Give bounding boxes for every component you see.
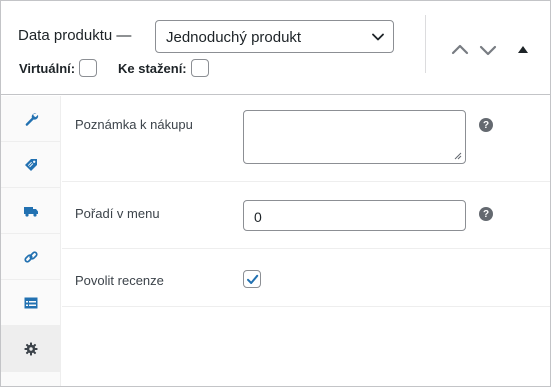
row-divider xyxy=(62,306,550,307)
tag-icon xyxy=(25,158,37,171)
virtual-checkbox[interactable] xyxy=(79,59,98,77)
checkmark-icon xyxy=(247,274,259,284)
wrench-icon xyxy=(25,112,39,126)
collapse-toggle-icon[interactable] xyxy=(515,41,531,57)
enable-reviews-label: Povolit recenze xyxy=(75,273,164,288)
downloadable-option: Ke stažení: xyxy=(118,59,209,77)
tab-general[interactable] xyxy=(1,96,61,142)
menu-order-help-icon[interactable]: ? xyxy=(479,207,493,221)
downloadable-label: Ke stažení: xyxy=(118,60,187,76)
enable-reviews-checkbox[interactable] xyxy=(243,270,261,288)
product-type-select[interactable]: Jednoduchý produkt xyxy=(155,20,394,53)
handle-divider xyxy=(425,15,426,73)
advanced-panel: Poznámka k nákupu ? Pořadí v menu 0 ? Po… xyxy=(62,96,550,386)
product-data-box: Data produktu — Jednoduchý produkt Virtu… xyxy=(0,0,551,387)
row-divider xyxy=(62,181,550,182)
tab-linked-products[interactable] xyxy=(1,234,61,280)
product-data-header: Data produktu — Jednoduchý produkt Virtu… xyxy=(1,1,550,95)
move-down-icon[interactable] xyxy=(477,39,499,61)
resize-grip-icon[interactable] xyxy=(454,152,462,160)
menu-order-input[interactable]: 0 xyxy=(243,200,466,231)
tab-attributes[interactable] xyxy=(1,280,61,326)
purchase-note-help-icon[interactable]: ? xyxy=(479,118,493,132)
product-data-tabs xyxy=(1,96,61,386)
tab-shipping[interactable] xyxy=(1,188,61,234)
tab-advanced[interactable] xyxy=(1,326,61,372)
gear-icon xyxy=(24,342,38,356)
move-up-icon[interactable] xyxy=(449,39,471,61)
product-type-value: Jednoduchý produkt xyxy=(166,29,302,46)
list-table-icon xyxy=(24,297,38,308)
truck-icon xyxy=(24,206,38,217)
link-icon xyxy=(24,250,38,263)
virtual-option: Virtuální: xyxy=(19,59,98,77)
virtual-label: Virtuální: xyxy=(19,60,76,76)
tab-inventory[interactable] xyxy=(1,142,61,188)
downloadable-checkbox[interactable] xyxy=(190,59,209,77)
row-divider xyxy=(62,248,550,249)
purchase-note-textarea[interactable] xyxy=(243,110,466,164)
purchase-note-label: Poznámka k nákupu xyxy=(75,117,193,132)
product-data-title: Data produktu — xyxy=(18,27,132,44)
chevron-down-icon xyxy=(372,33,384,41)
menu-order-value: 0 xyxy=(254,209,262,225)
menu-order-label: Pořadí v menu xyxy=(75,206,160,221)
